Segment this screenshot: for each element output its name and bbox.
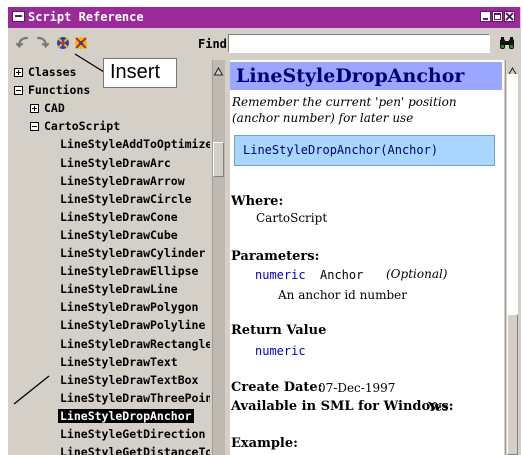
insert-callout-text: Insert bbox=[110, 61, 161, 83]
callout-lines bbox=[13, 53, 105, 405]
